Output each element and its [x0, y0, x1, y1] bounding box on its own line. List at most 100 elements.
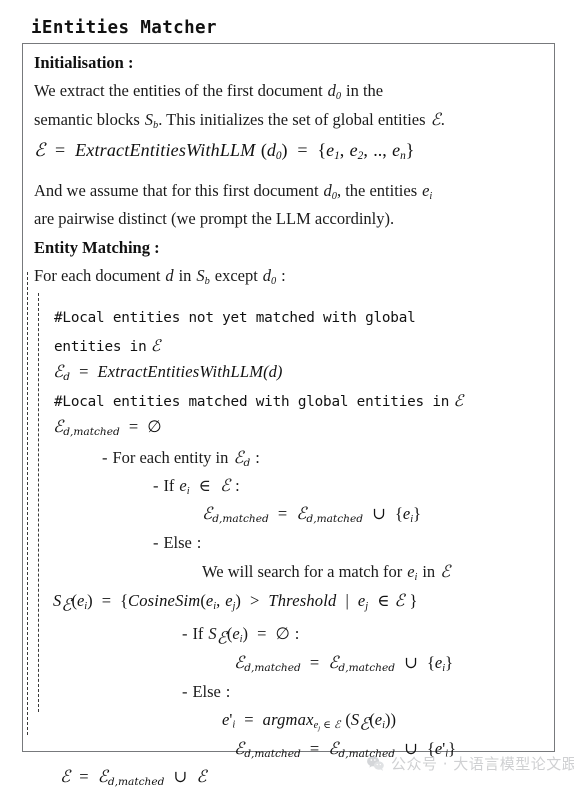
cos-set-open: { [120, 591, 129, 610]
init-line-3-text-a: And we assume that for this first docume… [34, 181, 319, 200]
else1-colon: : [196, 533, 202, 552]
union3-set-close: } [448, 739, 456, 758]
comment-local-unmatched-line2: entities in ℰ [54, 336, 161, 355]
init-line-1-text-b: in the [346, 81, 384, 100]
if-member-bullet: - [153, 476, 159, 495]
search-text-b: in [422, 562, 436, 581]
cos-member-symbol: ∈ [377, 591, 390, 610]
final-assign-formula: ℰ = ℰd,matched ∪ ℰ [60, 768, 207, 788]
global-entities-symbol-inline: ℰ [150, 336, 161, 355]
threshold-term: Threshold [268, 591, 337, 610]
argmax-formula: e'i = argmaxej ∈ ℰ (Sℰ(ei)) [222, 710, 397, 733]
union-symbol-final: ∪ [173, 767, 188, 786]
init-line-2-text-c: . [440, 110, 445, 129]
init-line-1: We extract the entities of the first doc… [34, 81, 384, 102]
argmax-subscript: ej ∈ ℰ [313, 718, 341, 732]
final-global-set: ℰ [196, 766, 207, 786]
matched-set-lhs: ℰd,matched [53, 416, 120, 438]
for-each-doc-text-b: in [178, 266, 192, 285]
semantic-blocks-ref: Sb [196, 266, 210, 287]
entity-matching-heading: Entity Matching : [34, 238, 160, 257]
else-line-1: - Else: [153, 533, 202, 552]
greater-than-symbol: > [249, 591, 260, 610]
extract-d-formula: ℰd = ExtractEntitiesWithLLM(d) [53, 363, 282, 383]
cosine-sim-fn: CosineSim [128, 591, 201, 610]
if-empty-kw: If [192, 624, 204, 643]
if-member-line: - If ei ∈ ℰ: [153, 477, 240, 497]
init-line-2: semantic blocks Sb. This initializes the … [34, 111, 445, 131]
for-each-entity-text: For each entity in [112, 448, 229, 467]
empty-set-symbol: ∅ [147, 417, 162, 436]
doc-var-d: d [165, 266, 174, 285]
union2-lhs: ℰd,matched [234, 652, 301, 674]
init-formula: ℰ = ExtractEntitiesWithLLM (d0) = {e1, e2,.., e… [34, 140, 415, 163]
init-line-1-var: d0 [327, 81, 342, 102]
extract-d-fn: ExtractEntitiesWithLLM [97, 362, 264, 381]
cos-arg-entity: ei [76, 591, 88, 612]
formula-eq-2: = [297, 140, 308, 160]
entity-e2: e2 [349, 140, 364, 163]
union-symbol-1: ∪ [372, 504, 386, 523]
union-symbol-3: ∪ [404, 739, 418, 758]
formula-lhs: ℰ [34, 140, 46, 161]
initialisation-heading: Initialisation : [34, 53, 134, 72]
entity-en: en [392, 140, 406, 163]
union3-rhs: ℰd,matched [328, 738, 395, 760]
final-rhs: ℰd,matched [97, 766, 165, 788]
cos-global-set: ℰ [394, 590, 405, 610]
union3-eq: = [309, 739, 320, 758]
init-line-3-var: d0 [323, 181, 337, 202]
union2-set-open: { [426, 653, 435, 672]
cos-ej: ej [357, 591, 369, 612]
comment-local-unmatched-line1: #Local entities not yet matched with glo… [54, 310, 416, 326]
cos-arg-close: ) [87, 591, 93, 610]
if-empty-colon: : [294, 624, 300, 643]
argmax-close: ) [390, 710, 397, 729]
if-member-kw: If [163, 476, 175, 495]
else1-bullet: - [153, 533, 159, 552]
init-line-3: And we assume that for this first docume… [34, 181, 433, 202]
local-entities-set: ℰd [233, 447, 251, 469]
formula-ellipsis: .., [373, 140, 387, 160]
extract-d-arg: (d) [263, 362, 283, 381]
final-eq: = [79, 767, 89, 786]
union-symbol-2: ∪ [404, 653, 418, 672]
if-empty-arg: ei [232, 624, 243, 645]
for-each-entity-line: - For each entity in ℰd: [102, 449, 260, 469]
semantic-blocks-var: Sb [144, 110, 159, 131]
search-text-a: We will search for a match for [202, 562, 403, 581]
union1-lhs: ℰd,matched [202, 503, 269, 525]
algorithm-figure: iEntities Matcher Initialisation : We ex… [0, 0, 574, 787]
else2-bullet: - [182, 682, 188, 701]
argmax-s-arg: ei [374, 710, 386, 731]
init-line-3-text-b: , the entities [336, 181, 418, 200]
if-empty-S: Sℰ [208, 624, 227, 648]
extract-d-lhs: ℰd [53, 361, 70, 383]
doc-var-d0: d0 [262, 266, 277, 287]
for-each-entity-bullet: - [102, 448, 108, 467]
union1-element: ei [402, 504, 414, 525]
for-each-doc-text-a: For each document [34, 266, 161, 285]
cos-eq: = [101, 591, 112, 610]
union3-set-open: { [426, 739, 435, 758]
if-empty-eq: = [257, 624, 267, 643]
global-entities-symbol: ℰ [430, 109, 441, 129]
union3-lhs: ℰd,matched [234, 738, 301, 760]
if-empty-symbol: ∅ [275, 624, 290, 643]
cos-comma: , [216, 591, 221, 610]
search-global-set: ℰ [440, 561, 451, 581]
entity-ei-ref: ei [422, 181, 433, 202]
else2-kw: Else [192, 682, 221, 701]
union1-set-open: { [394, 504, 403, 523]
for-each-doc-text-c: except [214, 266, 258, 285]
formula-eq-1: = [55, 140, 66, 160]
entity-e1: e1 [326, 140, 340, 163]
argmax-fn: argmax [262, 710, 314, 729]
init-matched-formula: ℰd,matched = ∅ [53, 418, 162, 438]
comment-line2-text: entities in [54, 339, 147, 355]
global-entities-symbol-inline-2: ℰ [453, 391, 463, 410]
formula-arg-close: ) [281, 140, 288, 160]
if-empty-line: - If Sℰ(ei) = ∅: [182, 624, 300, 648]
argmax-eq: = [244, 710, 254, 729]
algorithm-content: Initialisation : We extract the entities… [22, 43, 555, 787]
